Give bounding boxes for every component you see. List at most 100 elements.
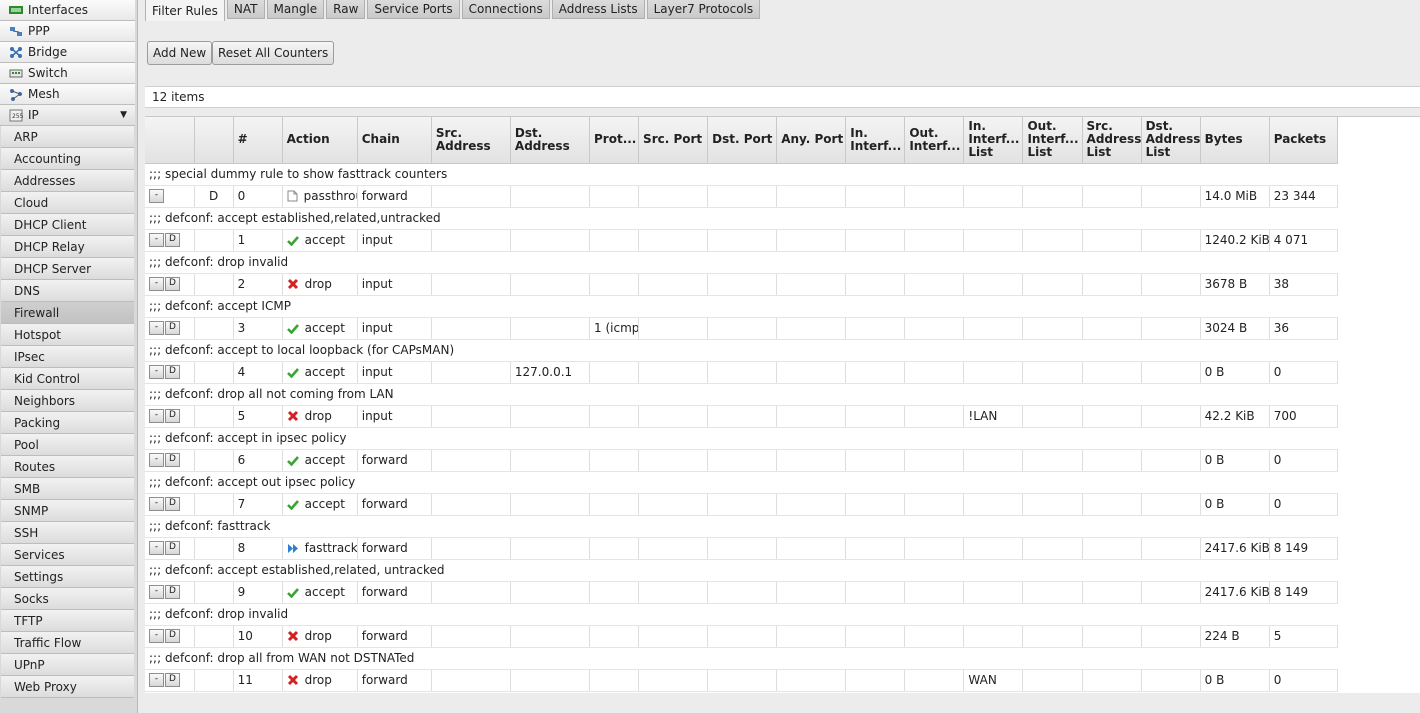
sidebar-item-dhcp-client[interactable]: DHCP Client xyxy=(1,214,134,236)
sidebar-item-ssh[interactable]: SSH xyxy=(1,522,134,544)
remove-rule-button[interactable]: - xyxy=(149,585,164,600)
column-header[interactable]: Prot... xyxy=(589,117,640,164)
tab-service-ports[interactable]: Service Ports xyxy=(367,0,460,19)
tab-filter-rules[interactable]: Filter Rules xyxy=(145,0,225,21)
sidebar-item-switch[interactable]: Switch xyxy=(0,63,135,84)
remove-rule-button[interactable]: - xyxy=(149,541,164,556)
table-row[interactable]: - D 11 drop forward WAN 0 B0 xyxy=(145,669,1339,692)
disable-rule-button[interactable]: D xyxy=(165,673,180,688)
sidebar-item-packing[interactable]: Packing xyxy=(1,412,134,434)
disable-rule-button[interactable]: D xyxy=(165,497,180,512)
sidebar-item-firewall[interactable]: Firewall xyxy=(1,302,134,324)
table-row[interactable]: - D 7 accept forward 0 B0 xyxy=(145,493,1339,516)
rule-comment-row[interactable]: ;;; defconf: drop invalid xyxy=(145,251,1338,274)
sidebar-item-services[interactable]: Services xyxy=(1,544,134,566)
sidebar-item-ipsec[interactable]: IPsec xyxy=(1,346,134,368)
table-row[interactable]: - D 8 fasttrack forward 2417.6 KiB 8 149 xyxy=(145,537,1339,560)
rule-comment-row[interactable]: ;;; defconf: accept out ipsec policy xyxy=(145,471,1338,494)
table-row[interactable]: - D 1 accept input 1240.2 KiB 4 071 xyxy=(145,229,1339,252)
sidebar-item-dhcp-server[interactable]: DHCP Server xyxy=(1,258,134,280)
disable-rule-button[interactable]: D xyxy=(165,233,180,248)
column-header[interactable]: Dst. Address List xyxy=(1141,117,1201,164)
rule-comment-row[interactable]: ;;; defconf: accept in ipsec policy xyxy=(145,427,1338,450)
sidebar-item-socks[interactable]: Socks xyxy=(1,588,134,610)
sidebar-item-arp[interactable]: ARP xyxy=(1,126,134,148)
sidebar-item-mesh[interactable]: Mesh xyxy=(0,84,135,105)
table-row[interactable]: - D 10 drop forward 224 B5 xyxy=(145,625,1339,648)
column-header[interactable]: Dst. Port xyxy=(707,117,778,164)
remove-rule-button[interactable]: - xyxy=(149,453,164,468)
disable-rule-button[interactable]: D xyxy=(165,409,180,424)
sidebar-item-snmp[interactable]: SNMP xyxy=(1,500,134,522)
table-row[interactable]: - D 4 accept input 127.0.0.1 0 B0 xyxy=(145,361,1339,384)
sidebar-item-hotspot[interactable]: Hotspot xyxy=(1,324,134,346)
tab-raw[interactable]: Raw xyxy=(326,0,366,19)
column-header[interactable]: In. Interf... xyxy=(845,117,906,164)
sidebar-item-web-proxy[interactable]: Web Proxy xyxy=(1,676,134,698)
tab-mangle[interactable]: Mangle xyxy=(266,0,325,19)
column-header[interactable]: Action xyxy=(282,117,358,164)
rule-comment-row[interactable]: ;;; special dummy rule to show fasttrack… xyxy=(145,163,1338,186)
remove-rule-button[interactable]: - xyxy=(149,673,164,688)
rule-comment-row[interactable]: ;;; defconf: fasttrack xyxy=(145,515,1338,538)
disable-rule-button[interactable]: D xyxy=(165,321,180,336)
remove-rule-button[interactable]: - xyxy=(149,233,164,248)
remove-rule-button[interactable]: - xyxy=(149,629,164,644)
column-header[interactable]: Bytes xyxy=(1200,117,1270,164)
column-header[interactable]: Out. Interf... xyxy=(904,117,965,164)
sidebar-item-ppp[interactable]: PPP xyxy=(0,21,135,42)
sidebar-item-addresses[interactable]: Addresses xyxy=(1,170,134,192)
column-header[interactable] xyxy=(194,117,234,164)
disable-rule-button[interactable]: D xyxy=(165,453,180,468)
column-header[interactable]: Src. Address xyxy=(431,117,511,164)
sidebar-item-dns[interactable]: DNS xyxy=(1,280,134,302)
tab-address-lists[interactable]: Address Lists xyxy=(551,0,645,19)
sidebar-item-traffic-flow[interactable]: Traffic Flow xyxy=(1,632,134,654)
sidebar-item-pool[interactable]: Pool xyxy=(1,434,134,456)
rule-comment-row[interactable]: ;;; defconf: accept established,related,… xyxy=(145,559,1338,582)
rule-comment-row[interactable]: ;;; defconf: drop invalid xyxy=(145,603,1338,626)
rule-comment-row[interactable]: ;;; defconf: drop all not coming from LA… xyxy=(145,383,1338,406)
remove-rule-button[interactable]: - xyxy=(149,321,164,336)
column-header[interactable]: Packets xyxy=(1269,117,1339,164)
sidebar-item-neighbors[interactable]: Neighbors xyxy=(1,390,134,412)
tab-nat[interactable]: NAT xyxy=(226,0,265,19)
remove-rule-button[interactable]: - xyxy=(149,497,164,512)
disable-rule-button[interactable]: D xyxy=(165,365,180,380)
sidebar-item-settings[interactable]: Settings xyxy=(1,566,134,588)
sidebar-item-kid-control[interactable]: Kid Control xyxy=(1,368,134,390)
rule-comment-row[interactable]: ;;; defconf: accept established,related,… xyxy=(145,207,1338,230)
sidebar-item-tftp[interactable]: TFTP xyxy=(1,610,134,632)
disable-rule-button[interactable]: D xyxy=(165,629,180,644)
table-row[interactable]: - D 3 accept input 1 (icmp 3024 B 36 xyxy=(145,317,1339,340)
column-header[interactable]: Out. Interf... List xyxy=(1022,117,1083,164)
sidebar-item-accounting[interactable]: Accounting xyxy=(1,148,134,170)
column-header[interactable]: # xyxy=(233,117,283,164)
rule-comment-row[interactable]: ;;; defconf: accept to local loopback (f… xyxy=(145,339,1338,362)
sidebar-item-bridge[interactable]: Bridge xyxy=(0,42,135,63)
table-row[interactable]: - D 6 accept forward 0 B0 xyxy=(145,449,1339,472)
remove-rule-button[interactable]: - xyxy=(149,189,164,204)
disable-rule-button[interactable]: D xyxy=(165,277,180,292)
table-row[interactable]: - D0 passthroughforward 14.0 MiB23 344 xyxy=(145,185,1339,208)
sidebar-item-smb[interactable]: SMB xyxy=(1,478,134,500)
sidebar-item-ip[interactable]: 255 IP ▼ xyxy=(0,105,135,126)
table-row[interactable]: - D 2 drop input 3678 B 38 xyxy=(145,273,1339,296)
column-header[interactable]: Dst. Address xyxy=(510,117,591,164)
column-header[interactable]: Src. Port xyxy=(638,117,709,164)
remove-rule-button[interactable]: - xyxy=(149,365,164,380)
table-row[interactable]: - D 9 accept forward 2417.6 KiB 8 149 xyxy=(145,581,1339,604)
sidebar-item-cloud[interactable]: Cloud xyxy=(1,192,134,214)
tab-layer7-protocols[interactable]: Layer7 Protocols xyxy=(646,0,761,19)
tab-connections[interactable]: Connections xyxy=(461,0,550,19)
rule-comment-row[interactable]: ;;; defconf: drop all from WAN not DSTNA… xyxy=(145,647,1338,670)
sidebar-item-upnp[interactable]: UPnP xyxy=(1,654,134,676)
table-row[interactable]: - D 5 drop input !LAN 42.2 KiB 700 xyxy=(145,405,1339,428)
reset-all-counters-button[interactable]: Reset All Counters xyxy=(212,41,335,65)
sidebar-item-dhcp-relay[interactable]: DHCP Relay xyxy=(1,236,134,258)
chevron-down-icon[interactable]: ▼ xyxy=(120,110,127,120)
column-header[interactable]: Src. Address List xyxy=(1082,117,1142,164)
disable-rule-button[interactable]: D xyxy=(165,541,180,556)
disable-rule-button[interactable]: D xyxy=(165,585,180,600)
sidebar-item-interfaces[interactable]: Interfaces xyxy=(0,0,135,21)
